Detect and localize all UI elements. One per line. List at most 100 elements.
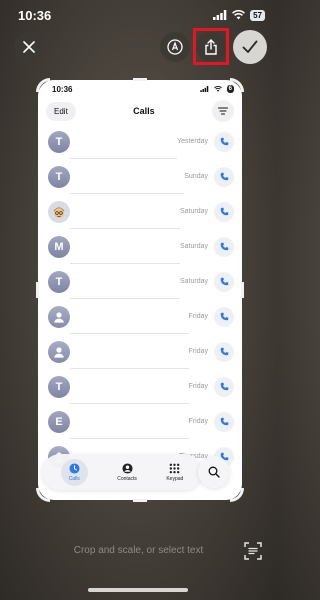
tab-bar: Calls Contacts Keypad (42, 454, 202, 490)
call-date: Yesterday (177, 138, 208, 145)
call-date: Saturday (179, 278, 208, 285)
avatar: T (48, 165, 70, 188)
wifi-icon (232, 10, 246, 20)
call-row-divider (70, 299, 189, 334)
memoji-icon (53, 207, 65, 218)
call-row[interactable]: T Saturday (38, 264, 242, 299)
call-date: Saturday (179, 208, 208, 215)
call-back-button[interactable] (214, 236, 234, 257)
pen-tip-icon (167, 39, 183, 55)
tab-contacts[interactable]: Contacts (117, 462, 137, 482)
preview-status-icons: 6 (199, 85, 234, 93)
checkmark-icon (242, 40, 258, 53)
tab-label: Keypad (166, 475, 184, 482)
live-text-icon (244, 542, 262, 560)
status-bar: 10:36 57 (0, 0, 277, 30)
done-button[interactable] (233, 30, 267, 64)
phone-icon (220, 172, 228, 181)
call-row[interactable]: Saturday (38, 194, 242, 229)
crop-handle-top-left[interactable] (36, 78, 50, 92)
call-row-divider (70, 369, 189, 404)
person-icon (54, 346, 64, 358)
battery-icon: 57 (250, 9, 265, 21)
preview-status-bar: 10:36 6 (38, 80, 242, 98)
live-text-button[interactable] (240, 538, 266, 564)
call-date: Friday (188, 348, 208, 355)
tab-keypad[interactable]: Keypad (166, 463, 183, 482)
call-row-divider (70, 334, 189, 369)
tab-label: Calls (68, 475, 80, 482)
screenshot-preview[interactable]: 10:36 6 Edit Calls T Yesterday T Sunday Satu… (38, 80, 242, 500)
crop-handle-top[interactable] (133, 78, 147, 81)
call-date: Saturday (179, 243, 208, 250)
phone-icon (220, 347, 228, 356)
tab-label: Contacts (117, 475, 137, 482)
phone-icon (220, 382, 228, 391)
status-time: 10:36 (18, 7, 52, 23)
tab-calls[interactable]: Calls (60, 458, 88, 486)
edit-button[interactable]: Edit (46, 101, 76, 121)
share-button[interactable] (196, 32, 226, 62)
call-date: Friday (188, 418, 208, 425)
phone-icon (220, 312, 228, 321)
call-row-divider (70, 264, 180, 299)
clock-icon (69, 462, 80, 474)
call-row[interactable]: T Friday (38, 369, 242, 404)
phone-icon (220, 207, 228, 216)
phone-icon (220, 417, 228, 426)
avatar: E (48, 410, 70, 433)
call-date: Friday (188, 383, 208, 390)
call-date: Friday (188, 313, 208, 320)
avatar: T (48, 130, 70, 153)
close-button[interactable] (14, 32, 44, 62)
filter-icon (218, 107, 228, 115)
call-row[interactable]: Friday (38, 334, 242, 369)
call-back-button[interactable] (214, 271, 234, 292)
markup-button[interactable] (160, 32, 190, 62)
call-row[interactable]: Friday (38, 299, 242, 334)
close-icon (23, 41, 35, 53)
call-back-button[interactable] (214, 166, 234, 187)
call-row[interactable]: T Yesterday (38, 124, 242, 159)
crop-handle-right[interactable] (241, 282, 244, 298)
crop-hint-text: Crop and scale, or select text (73, 545, 204, 556)
avatar (48, 200, 70, 223)
phone-icon (220, 137, 228, 146)
call-row[interactable]: E Friday (38, 404, 242, 439)
phone-icon (220, 277, 228, 286)
avatar: T (48, 375, 70, 398)
signal-icon (199, 86, 208, 92)
call-row-divider (70, 404, 189, 439)
call-back-button[interactable] (214, 341, 234, 362)
call-row-divider (70, 124, 178, 159)
crop-handle-bottom-left[interactable] (36, 488, 50, 502)
call-back-button[interactable] (214, 306, 234, 327)
call-back-button[interactable] (214, 411, 234, 432)
status-icons: 57 (213, 9, 265, 21)
crop-handle-bottom[interactable] (133, 499, 147, 502)
contact-icon (122, 462, 133, 474)
search-button[interactable] (198, 456, 230, 488)
page-title: Calls (133, 106, 155, 116)
call-row[interactable]: T Sunday (38, 159, 242, 194)
signal-icon (213, 10, 227, 20)
avatar: M (48, 235, 70, 258)
search-icon (208, 466, 220, 478)
crop-handle-left[interactable] (36, 282, 39, 298)
avatar (48, 340, 70, 363)
keypad-icon (169, 463, 180, 473)
share-icon (205, 39, 217, 55)
wifi-icon (213, 86, 222, 92)
call-back-button[interactable] (214, 131, 234, 152)
call-row[interactable]: M Saturday (38, 229, 242, 264)
calls-header: Edit Calls (38, 98, 242, 124)
phone-icon (220, 242, 228, 251)
call-back-button[interactable] (214, 201, 234, 222)
avatar (48, 305, 70, 328)
crop-handle-top-right[interactable] (230, 78, 244, 92)
call-row-divider (70, 159, 185, 194)
filter-button[interactable] (212, 100, 234, 122)
crop-handle-bottom-right[interactable] (230, 488, 244, 502)
call-row-divider (70, 229, 180, 264)
call-back-button[interactable] (214, 376, 234, 397)
